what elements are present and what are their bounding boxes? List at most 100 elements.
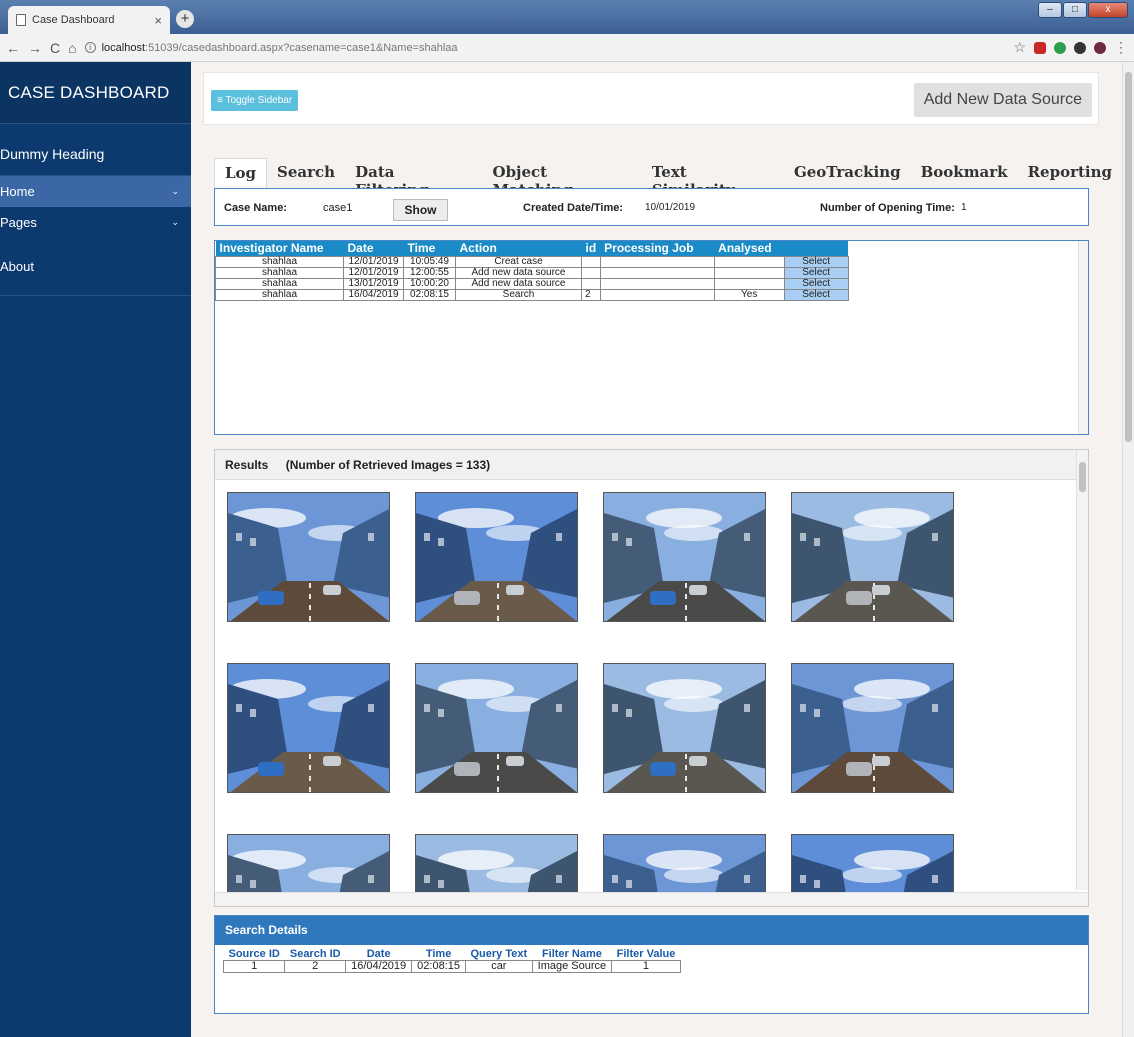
log-column-header: Action: [455, 241, 582, 256]
log-cell: shahlaa: [215, 288, 344, 301]
show-button[interactable]: Show: [393, 199, 448, 221]
details-cell: 1: [611, 960, 681, 973]
tab-log[interactable]: Log: [214, 158, 268, 189]
log-cell: 12:00:55: [403, 266, 456, 279]
result-image[interactable]: [791, 492, 954, 622]
log-cell: Add new data source: [455, 277, 582, 290]
details-cell: 16/04/2019: [345, 960, 413, 973]
browser-tab[interactable]: Case Dashboard ×: [8, 6, 170, 34]
result-image[interactable]: [227, 492, 390, 622]
log-cell: 02:08:15: [403, 288, 456, 301]
log-column-header: Processing Job: [600, 241, 715, 256]
info-icon[interactable]: i: [84, 42, 96, 53]
result-image[interactable]: [415, 492, 578, 622]
result-image[interactable]: [791, 663, 954, 793]
close-window-button[interactable]: x: [1088, 2, 1128, 18]
log-cell: [581, 266, 601, 279]
browser-window: Case Dashboard × + – □ x ← → C ⌂ i local…: [0, 0, 1134, 1037]
select-link[interactable]: Select: [783, 288, 849, 301]
sidebar-item-home[interactable]: Home ⌄: [0, 176, 191, 207]
extension-red-icon[interactable]: [1034, 41, 1046, 54]
result-image[interactable]: [415, 663, 578, 793]
page-scrollbar[interactable]: [1122, 62, 1134, 1037]
sidebar-item-about[interactable]: About: [0, 238, 191, 296]
top-toolbar: ≡ Toggle Sidebar Add New Data Source: [203, 72, 1099, 125]
tab-close-icon[interactable]: ×: [154, 13, 162, 28]
result-image[interactable]: [603, 834, 766, 894]
result-image[interactable]: [603, 492, 766, 622]
sidebar-item-pages[interactable]: Pages ⌄: [0, 207, 191, 238]
details-cell: 02:08:15: [411, 960, 466, 973]
log-column-header: Date: [343, 241, 404, 256]
tab-object-matching[interactable]: Object Matching: [483, 158, 642, 199]
log-cell: shahlaa: [215, 266, 344, 279]
sidebar-heading: Dummy Heading: [0, 124, 191, 176]
log-column-header: Investigator Name: [215, 241, 344, 256]
details-column-header: Filter Name: [532, 948, 612, 961]
search-details-table: Source ID Search ID Date Time Query Text Filt…: [222, 948, 681, 973]
results-horizontal-scrollbar[interactable]: [215, 892, 1088, 906]
results-panel: Results (Number of Retrieved Images = 13…: [214, 449, 1089, 907]
reload-icon[interactable]: C: [50, 40, 60, 56]
result-image[interactable]: [415, 834, 578, 894]
log-cell: shahlaa: [215, 277, 344, 290]
select-link[interactable]: Select: [783, 255, 849, 268]
extension-green-icon[interactable]: [1054, 41, 1066, 54]
log-scrollbar[interactable]: [1078, 241, 1088, 434]
case-name-label: Case Name:: [224, 202, 287, 214]
log-cell: 2: [581, 288, 601, 301]
log-cell: [581, 277, 601, 290]
tab-text-similarity[interactable]: Text Similarity: [642, 158, 784, 199]
case-info-panel: Case Name: case1 Show Created Date/Time:…: [214, 188, 1089, 226]
new-tab-button[interactable]: +: [176, 10, 194, 28]
chevron-down-icon: ⌄: [171, 217, 179, 227]
extensions-area: ☆ ⋮: [1013, 39, 1128, 56]
log-column-header: Analysed: [714, 241, 785, 256]
log-cell: [599, 288, 715, 301]
log-table-row: shahlaa 12/01/2019 10:05:49 Creat case Selec…: [215, 255, 849, 268]
tab-geotracking[interactable]: GeoTracking: [784, 158, 911, 189]
log-cell: [713, 255, 785, 268]
result-image[interactable]: [227, 663, 390, 793]
details-column-header: Source ID: [223, 948, 285, 961]
home-icon[interactable]: ⌂: [68, 40, 76, 56]
opening-count-value: 1: [961, 202, 967, 213]
menu-dots-icon[interactable]: ⋮: [1114, 39, 1128, 56]
result-image[interactable]: [791, 834, 954, 894]
log-column-header: id: [581, 241, 601, 256]
back-icon[interactable]: ←: [6, 40, 20, 56]
tab-data-filtering[interactable]: Data Filtering: [345, 158, 482, 199]
select-link[interactable]: Select: [783, 277, 849, 290]
log-cell: [599, 255, 715, 268]
log-cell: [713, 277, 785, 290]
results-count: (Number of Retrieved Images = 133): [285, 458, 491, 472]
extension-dark-icon[interactable]: [1074, 41, 1086, 54]
details-column-header: Time: [411, 948, 466, 961]
details-cell: 2: [284, 960, 347, 973]
sidebar-item-label: Home: [0, 184, 35, 199]
page-icon: [16, 14, 26, 26]
profile-avatar-icon[interactable]: [1094, 41, 1106, 54]
forward-icon[interactable]: →: [28, 40, 42, 56]
result-image[interactable]: [603, 663, 766, 793]
results-title: Results: [225, 458, 269, 472]
select-link[interactable]: Select: [783, 266, 849, 279]
maximize-button[interactable]: □: [1063, 2, 1087, 18]
title-bar: Case Dashboard × + – □ x: [0, 0, 1134, 34]
toggle-sidebar-button[interactable]: ≡ Toggle Sidebar: [211, 90, 299, 111]
minimize-button[interactable]: –: [1038, 2, 1062, 18]
log-table-row: shahlaa 16/04/2019 02:08:15 Search 2 Yes Selec…: [215, 288, 849, 301]
tab-bookmark[interactable]: Bookmark: [911, 158, 1018, 189]
tab-search[interactable]: Search: [267, 158, 345, 189]
add-new-data-source-button[interactable]: Add New Data Source: [913, 83, 1092, 117]
details-column-header: Search ID: [284, 948, 346, 961]
log-cell: [581, 255, 601, 268]
sidebar-brand[interactable]: CASE DASHBOARD: [0, 62, 191, 124]
tab-reporting[interactable]: Reporting: [1018, 158, 1122, 189]
bookmark-star-icon[interactable]: ☆: [1013, 39, 1026, 56]
log-cell: 10:00:20: [403, 277, 456, 290]
url-field[interactable]: i localhost:51039/casedashboard.aspx?cas…: [84, 42, 1006, 54]
result-image[interactable]: [227, 834, 390, 894]
results-vertical-scrollbar[interactable]: [1076, 450, 1088, 890]
tab-bar: Log Search Data Filtering Object Matchin…: [214, 158, 1122, 199]
